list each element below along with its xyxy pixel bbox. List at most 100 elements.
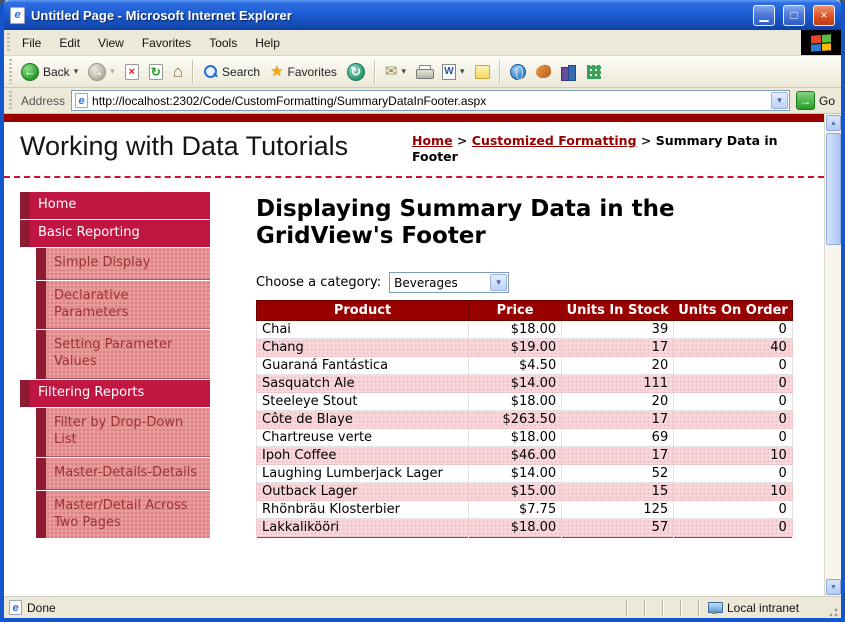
- status-message-area: e Done: [9, 600, 610, 615]
- menu-drag-handle[interactable]: [5, 33, 12, 52]
- product-cell: Chai: [257, 321, 469, 339]
- back-dropdown-icon[interactable]: ▾: [74, 66, 79, 77]
- animal-tool-button[interactable]: [532, 63, 555, 80]
- sidebar-item-label[interactable]: Filter by Drop-Down List: [46, 408, 210, 457]
- close-button[interactable]: ×: [813, 5, 835, 26]
- menu-tools[interactable]: Tools: [200, 30, 246, 55]
- sidebar-notch: [20, 380, 30, 407]
- home-icon: ⌂: [173, 63, 183, 80]
- vertical-scrollbar[interactable]: ▲ ▼: [824, 114, 841, 596]
- search-button[interactable]: Search: [199, 62, 264, 81]
- sidebar-item-filtering-reports[interactable]: Filtering Reports: [20, 380, 210, 407]
- grid-footer-cell: Avg.: $37.98: [469, 537, 562, 538]
- mail-dropdown-icon[interactable]: ▾: [401, 66, 406, 77]
- sidebar-item-master-detail-across-two-pages[interactable]: Master/Detail Across Two Pages: [36, 491, 210, 538]
- maximize-button[interactable]: □: [783, 5, 805, 26]
- breadcrumb-customized-formatting-link[interactable]: Customized Formatting: [472, 133, 637, 148]
- menu-file[interactable]: File: [13, 30, 50, 55]
- menu-view[interactable]: View: [89, 30, 133, 55]
- go-label: Go: [819, 94, 835, 108]
- address-bar: Address e http://localhost:2302/Code/Cus…: [4, 88, 841, 114]
- scroll-up-button[interactable]: ▲: [826, 115, 841, 131]
- sidebar-item-label[interactable]: Setting Parameter Values: [46, 330, 210, 379]
- search-label: Search: [222, 65, 260, 79]
- stop-icon: ×: [125, 64, 139, 80]
- edit-with-word-button[interactable]: W ▾: [438, 62, 469, 82]
- address-input[interactable]: e http://localhost:2302/Code/CustomForma…: [71, 90, 790, 111]
- toolbar-separator: [499, 60, 501, 84]
- category-select[interactable]: Beverages ▾: [389, 272, 509, 293]
- minimize-button[interactable]: ▁: [753, 5, 775, 26]
- grid-cell: $18.00: [469, 321, 562, 339]
- menu-edit[interactable]: Edit: [50, 30, 89, 55]
- go-button[interactable]: → Go: [796, 91, 835, 110]
- back-icon: ←: [21, 63, 39, 81]
- grid-cell: 57: [562, 519, 674, 537]
- grid-cell: $7.75: [469, 501, 562, 519]
- address-drag-handle[interactable]: [7, 91, 14, 110]
- resize-grip[interactable]: [826, 605, 839, 618]
- messenger-button[interactable]: [583, 63, 605, 81]
- product-cell: Guaraná Fantástica: [257, 357, 469, 375]
- grid-cell: 0: [674, 357, 793, 375]
- history-button[interactable]: ↻: [343, 61, 369, 83]
- masthead: Working with Data Tutorials Home > Custo…: [4, 122, 824, 178]
- sidebar-item-master-details-details[interactable]: Master-Details-Details: [36, 458, 210, 490]
- grid-cell: 0: [674, 393, 793, 411]
- favorites-label: Favorites: [288, 65, 337, 79]
- category-label: Choose a category:: [256, 275, 381, 290]
- scrollbar-thumb[interactable]: [826, 133, 841, 245]
- grid-column-header-product: Product: [257, 301, 469, 321]
- sidebar-item-filter-by-drop-down-list[interactable]: Filter by Drop-Down List: [36, 408, 210, 457]
- product-cell: Rhönbräu Klosterbier: [257, 501, 469, 519]
- refresh-button[interactable]: ↻: [145, 62, 167, 82]
- forward-button[interactable]: → ▾: [84, 61, 119, 83]
- address-url[interactable]: http://localhost:2302/Code/CustomFormatt…: [92, 94, 767, 108]
- grid-cell: 0: [674, 411, 793, 429]
- menu-help[interactable]: Help: [246, 30, 289, 55]
- sidebar-item-label[interactable]: Master-Details-Details: [46, 458, 210, 490]
- sidebar-item-simple-display[interactable]: Simple Display: [36, 248, 210, 280]
- grid-row: Chai$18.00390: [257, 321, 793, 339]
- grid-cell: 20: [562, 393, 674, 411]
- back-button[interactable]: ← Back ▾: [17, 61, 82, 83]
- status-panel-divider: [680, 600, 682, 616]
- print-button[interactable]: [412, 63, 436, 80]
- menu-favorites[interactable]: Favorites: [133, 30, 200, 55]
- grid-cell: 111: [562, 375, 674, 393]
- sidebar-item-label[interactable]: Master/Detail Across Two Pages: [46, 491, 210, 538]
- mail-button[interactable]: ✉ ▾: [381, 62, 410, 81]
- sidebar-notch: [36, 491, 46, 538]
- toolbar-drag-handle[interactable]: [7, 59, 14, 84]
- select-dropdown-icon[interactable]: ▾: [490, 274, 507, 291]
- product-cell: Lakkalikööri: [257, 519, 469, 537]
- page-icon: e: [75, 93, 88, 108]
- favorites-button[interactable]: ★ Favorites: [266, 62, 341, 81]
- mail-icon: ✉: [385, 64, 398, 79]
- zone-text: Local intranet: [727, 601, 799, 615]
- messenger-grid-icon: [587, 65, 601, 79]
- sidebar-item-label[interactable]: Home: [30, 192, 210, 219]
- breadcrumb-separator: >: [641, 133, 651, 148]
- sidebar-item-basic-reporting[interactable]: Basic Reporting: [20, 220, 210, 247]
- web-search-button[interactable]: [506, 62, 530, 82]
- sidebar-item-label[interactable]: Declarative Parameters: [46, 281, 210, 330]
- grid-column-header-units-on-order: Units On Order: [674, 301, 793, 321]
- sidebar-item-declarative-parameters[interactable]: Declarative Parameters: [36, 281, 210, 330]
- discuss-button[interactable]: [471, 63, 494, 81]
- breadcrumb-home-link[interactable]: Home: [412, 133, 453, 148]
- sidebar-item-label[interactable]: Simple Display: [46, 248, 210, 280]
- page-top-stripe: [4, 114, 824, 122]
- research-books-icon: [561, 65, 577, 79]
- edit-dropdown-icon[interactable]: ▾: [460, 66, 465, 77]
- sidebar-item-setting-parameter-values[interactable]: Setting Parameter Values: [36, 330, 210, 379]
- scroll-down-button[interactable]: ▼: [826, 579, 841, 595]
- sidebar-item-label[interactable]: Filtering Reports: [30, 380, 210, 407]
- stop-button[interactable]: ×: [121, 62, 143, 82]
- sidebar-item-home[interactable]: Home: [20, 192, 210, 219]
- address-dropdown-button[interactable]: ▾: [771, 92, 788, 109]
- grid-cell: 0: [674, 501, 793, 519]
- sidebar-item-label[interactable]: Basic Reporting: [30, 220, 210, 247]
- research-button[interactable]: [557, 63, 581, 81]
- home-button[interactable]: ⌂: [169, 61, 187, 82]
